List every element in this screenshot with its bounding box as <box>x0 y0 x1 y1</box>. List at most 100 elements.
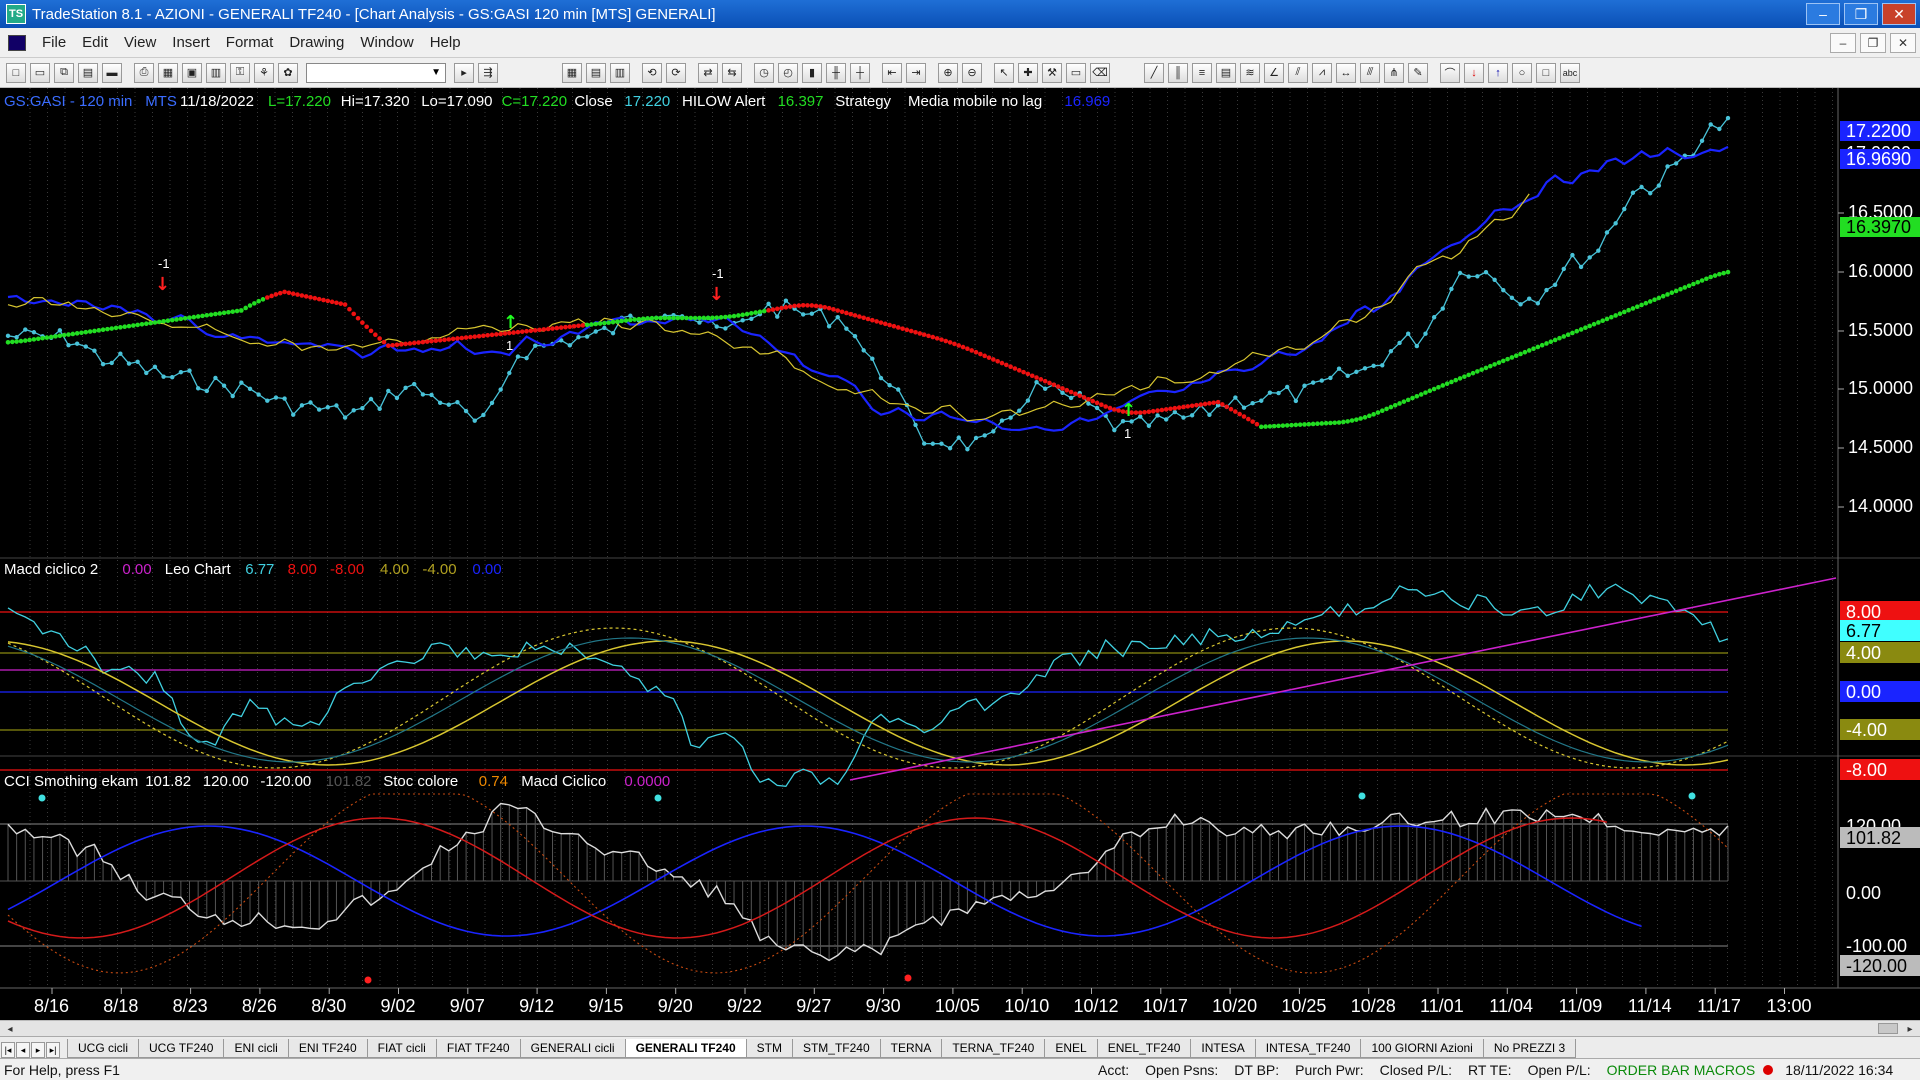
parallel-icon[interactable]: ⫻ <box>1360 62 1380 83</box>
tab-terna-tf240[interactable]: TERNA_TF240 <box>941 1039 1046 1058</box>
tab-intesa[interactable]: INTESA <box>1190 1039 1256 1058</box>
scroll-right-icon[interactable]: ⇥ <box>906 62 926 83</box>
tab-first-icon[interactable]: |◂ <box>1 1042 15 1058</box>
window-icon[interactable]: ▣ <box>182 62 202 83</box>
mdi-minimize-button[interactable]: – <box>1830 32 1856 53</box>
fib-icon[interactable]: ≋ <box>1240 62 1260 83</box>
speed-line-icon[interactable]: ⫽ <box>1288 62 1308 83</box>
trendline-icon[interactable]: ╱ <box>1144 62 1164 83</box>
minimize-button[interactable]: – <box>1806 3 1840 25</box>
tab-last-icon[interactable]: ▸| <box>46 1042 60 1058</box>
scroll-left-arrow-icon[interactable]: ◂ <box>2 1022 18 1036</box>
lock-icon[interactable]: ⚿ <box>230 62 250 83</box>
ellipse-icon[interactable]: ○ <box>1512 62 1532 83</box>
new-icon[interactable]: □ <box>6 62 26 83</box>
print-preview-icon[interactable]: ▦ <box>158 62 178 83</box>
scan-icon[interactable]: ⟳ <box>666 62 686 83</box>
tab-eni-cicli[interactable]: ENI cicli <box>223 1039 289 1058</box>
up-arrow-icon[interactable]: ↑ <box>1488 62 1508 83</box>
andrews-icon[interactable]: ⋔ <box>1384 62 1404 83</box>
menu-drawing[interactable]: Drawing <box>281 34 352 51</box>
tab-ucg-tf240[interactable]: UCG TF240 <box>138 1039 225 1058</box>
tab-intesa-tf240[interactable]: INTESA_TF240 <box>1254 1039 1362 1058</box>
chart-window-icon[interactable] <box>8 34 26 51</box>
clock-icon[interactable]: ◷ <box>754 62 774 83</box>
zoom-in-icon[interactable]: ⊕ <box>938 62 958 83</box>
tab-stm-tf240[interactable]: STM_TF240 <box>791 1039 881 1058</box>
copy-icon[interactable]: ⧉ <box>54 62 74 83</box>
menu-help[interactable]: Help <box>422 34 469 51</box>
tab-no-prezzi-3[interactable]: No PREZZI 3 <box>1482 1039 1577 1058</box>
mdi-restore-button[interactable]: ❐ <box>1860 32 1886 53</box>
folder-icon[interactable]: ▬ <box>102 62 122 83</box>
grid-icon[interactable]: ▤ <box>586 62 606 83</box>
open-icon[interactable]: ▭ <box>30 62 50 83</box>
menu-window[interactable]: Window <box>352 34 421 51</box>
chart-area[interactable]: -1 ↓ 1 ↑ -1 ↓ 1 ↑ GS:GASI - 120 min MTS 11/18/2022… <box>0 88 1920 1020</box>
tab-generali-tf240[interactable]: GENERALI TF240 <box>624 1039 747 1058</box>
order-bar-macros[interactable]: ORDER BAR MACROS <box>1599 1062 1764 1078</box>
candle-icon[interactable]: ▮ <box>802 62 822 83</box>
horizontal-line-icon[interactable]: ≡ <box>1192 62 1212 83</box>
tab-fiat-tf240[interactable]: FIAT TF240 <box>435 1039 521 1058</box>
paste-icon[interactable]: ▤ <box>78 62 98 83</box>
tab-generali-cicli[interactable]: GENERALI cicli <box>519 1039 626 1058</box>
mdi-close-button[interactable]: ✕ <box>1890 32 1916 53</box>
measure-icon[interactable]: ↔ <box>1336 62 1356 83</box>
curve-icon[interactable]: ⌒ <box>1440 62 1460 83</box>
menu-file[interactable]: File <box>34 34 74 51</box>
symbol-combo[interactable]: ▼ <box>306 62 446 83</box>
indicators-icon[interactable]: ✿ <box>278 62 298 83</box>
scroll-left-icon[interactable]: ⇤ <box>882 62 902 83</box>
tab-enel[interactable]: ENEL <box>1044 1039 1098 1058</box>
scroll-right-arrow-icon[interactable]: ▸ <box>1902 1022 1918 1036</box>
tab-ucg-cicli[interactable]: UCG cicli <box>67 1039 139 1058</box>
tab-100-giorni-azioni[interactable]: 100 GIORNI Azioni <box>1360 1039 1484 1058</box>
alarm-icon[interactable]: ◴ <box>778 62 798 83</box>
green-trail-dot <box>593 321 599 327</box>
menu-edit[interactable]: Edit <box>74 34 116 51</box>
tab-terna[interactable]: TERNA <box>879 1039 943 1058</box>
down-arrow-icon[interactable]: ↓ <box>1464 62 1484 83</box>
scroll-thumb[interactable] <box>1878 1023 1898 1034</box>
chart-canvas[interactable]: -1 ↓ 1 ↑ -1 ↓ 1 ↑ GS:GASI - 120 min MTS 11/18/2022… <box>0 88 1920 1020</box>
text-box-icon[interactable]: ▭ <box>1066 62 1086 83</box>
close-button[interactable]: ✕ <box>1882 3 1916 25</box>
table-icon[interactable]: ▥ <box>610 62 630 83</box>
arrow-right-icon[interactable]: ▸ <box>454 62 474 83</box>
tab-enel-tf240[interactable]: ENEL_TF240 <box>1096 1039 1192 1058</box>
tab-eni-tf240[interactable]: ENI TF240 <box>287 1039 368 1058</box>
angle-icon[interactable]: ∠ <box>1264 62 1284 83</box>
text-icon[interactable]: abc <box>1560 62 1580 83</box>
menu-insert[interactable]: Insert <box>164 34 218 51</box>
zoom-out-icon[interactable]: ⊖ <box>962 62 982 83</box>
tab-fiat-cicli[interactable]: FIAT cicli <box>366 1039 437 1058</box>
tab-stm[interactable]: STM <box>745 1039 793 1058</box>
pen-icon[interactable]: ✎ <box>1408 62 1428 83</box>
optimizer-icon[interactable]: ⇆ <box>722 62 742 83</box>
data-window-icon[interactable]: ▦ <box>562 62 582 83</box>
pointer-icon[interactable]: ↖ <box>994 62 1014 83</box>
tools-icon[interactable]: ⚒ <box>1042 62 1062 83</box>
menu-format[interactable]: Format <box>218 34 282 51</box>
tab-prev-icon[interactable]: ◂ <box>16 1042 30 1058</box>
print-icon[interactable]: ⎙ <box>134 62 154 83</box>
strategy-icon[interactable]: ⇄ <box>698 62 718 83</box>
hlc-icon[interactable]: ┼ <box>850 62 870 83</box>
gann-icon[interactable]: ⩘ <box>1312 62 1332 83</box>
channel-icon[interactable]: ▤ <box>1216 62 1236 83</box>
window-list-icon[interactable]: ▥ <box>206 62 226 83</box>
crosshair-icon[interactable]: ✚ <box>1018 62 1038 83</box>
green-trail-dot <box>1349 418 1355 423</box>
refresh-icon[interactable]: ⟲ <box>642 62 662 83</box>
link-icon[interactable]: ⇶ <box>478 62 498 83</box>
vertical-line-icon[interactable]: ║ <box>1168 62 1188 83</box>
rectangle-icon[interactable]: □ <box>1536 62 1556 83</box>
bar-icon[interactable]: ╫ <box>826 62 846 83</box>
eraser-icon[interactable]: ⌫ <box>1090 62 1110 83</box>
menu-view[interactable]: View <box>116 34 164 51</box>
horizontal-scrollbar[interactable]: ◂ ▸ <box>0 1020 1920 1036</box>
chart-type-icon[interactable]: ⚘ <box>254 62 274 83</box>
tab-next-icon[interactable]: ▸ <box>31 1042 45 1058</box>
maximize-button[interactable]: ❐ <box>1844 3 1878 25</box>
